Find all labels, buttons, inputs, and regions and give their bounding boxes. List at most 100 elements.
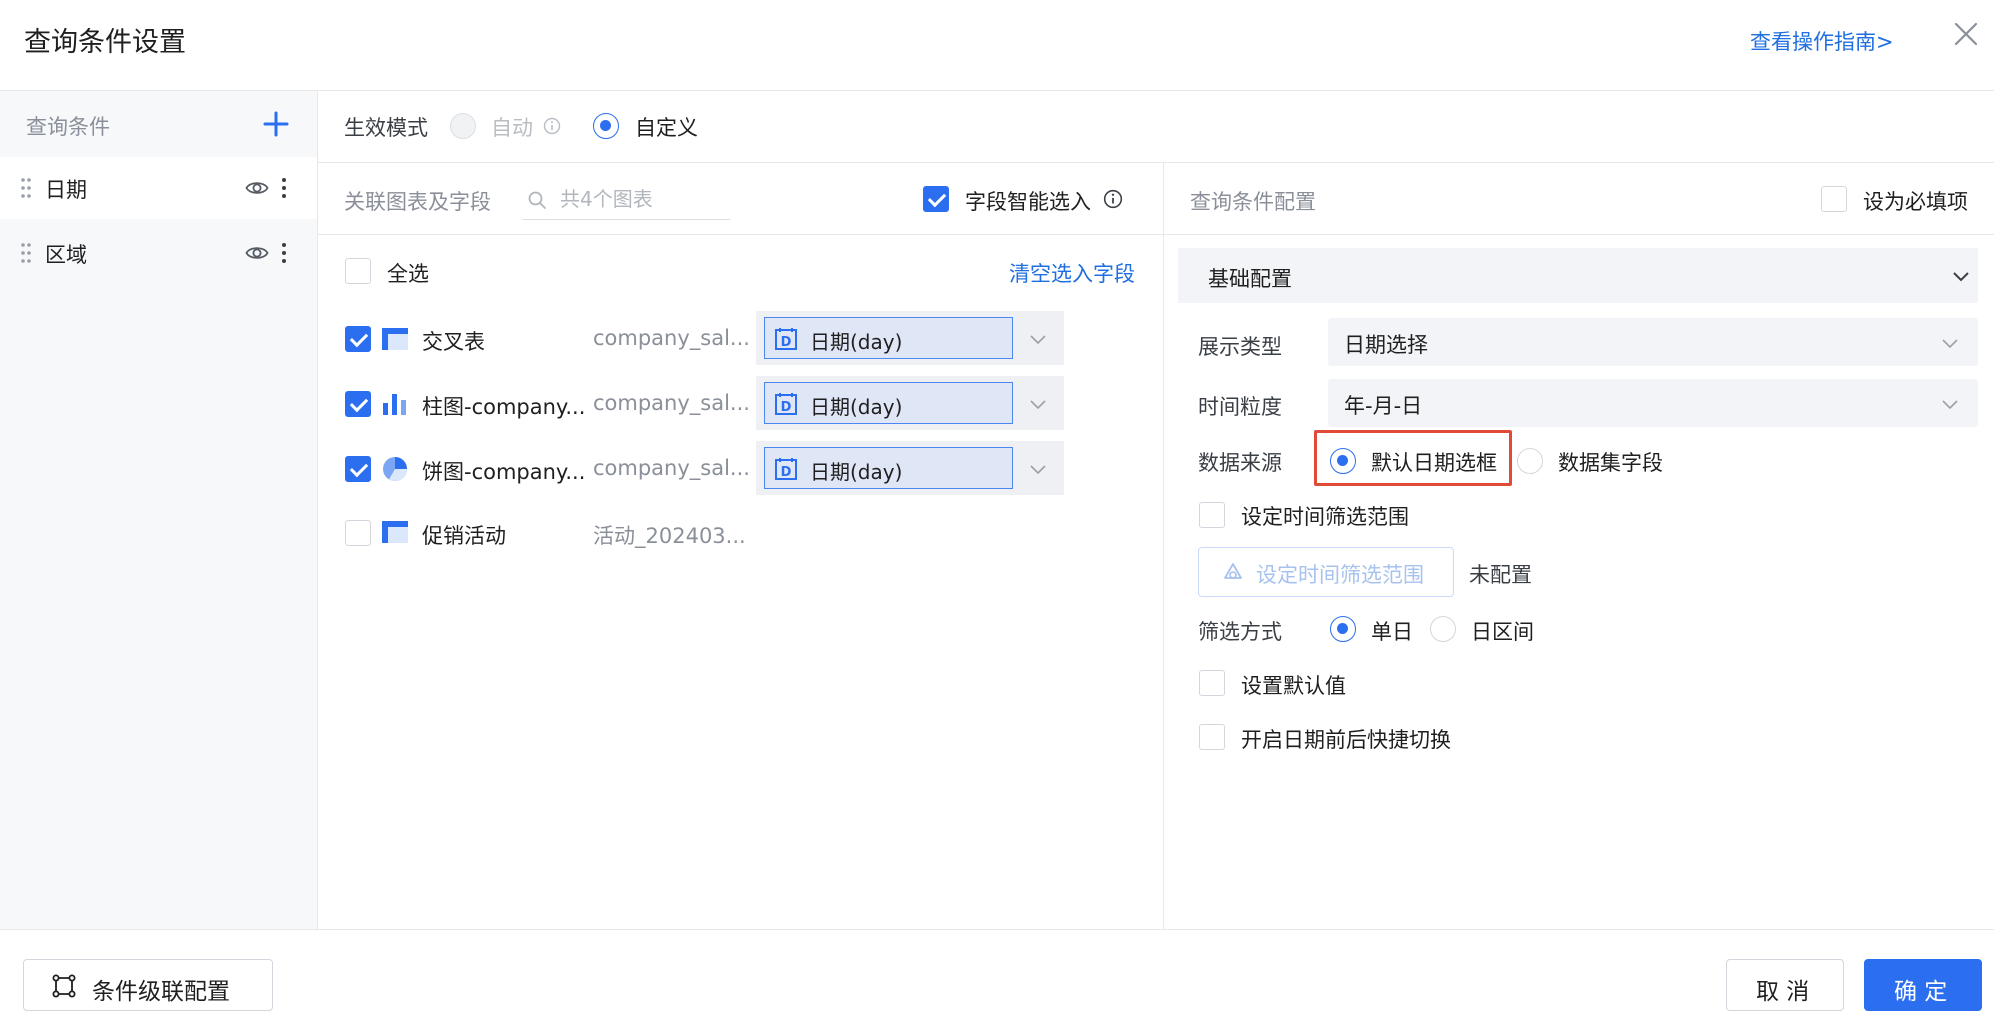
date-field-icon: D xyxy=(775,328,797,350)
chart-search-input[interactable] xyxy=(560,182,728,216)
field-tag[interactable]: D 日期(day) xyxy=(764,382,1013,424)
chart-row-dataset: company_sal... xyxy=(593,326,750,350)
chevron-down-icon xyxy=(1942,400,1958,410)
chevron-down-icon[interactable] xyxy=(1028,394,1048,414)
date-field-icon: D xyxy=(775,393,797,415)
info-icon[interactable] xyxy=(1103,189,1123,209)
chevron-down-icon[interactable] xyxy=(1028,329,1048,349)
mode-auto-label: 自动 xyxy=(491,116,533,140)
svg-text:D: D xyxy=(781,335,792,350)
charts-header-divider xyxy=(318,234,1163,235)
table-icon xyxy=(382,328,408,350)
data-source-dataset-label: 数据集字段 xyxy=(1558,451,1663,475)
chevron-down-icon xyxy=(1942,339,1958,349)
select-all-label: 全选 xyxy=(387,262,429,286)
chart-search xyxy=(522,180,730,220)
chart-row-checkbox[interactable] xyxy=(345,456,371,482)
drag-handle-icon[interactable] xyxy=(20,241,32,265)
sidebar-divider xyxy=(317,91,318,929)
charts-header: 关联图表及字段 xyxy=(344,190,491,214)
display-type-select[interactable]: 日期选择 xyxy=(1328,318,1978,366)
table-icon xyxy=(382,521,408,543)
time-range-status: 未配置 xyxy=(1469,563,1532,587)
clear-fields-link[interactable]: 清空选入字段 xyxy=(1009,258,1135,288)
more-icon[interactable] xyxy=(278,241,290,265)
close-icon[interactable] xyxy=(1950,18,1982,50)
condition-item-date[interactable]: 日期 xyxy=(0,157,317,219)
chart-row-name: 促销活动 xyxy=(422,524,506,548)
svg-text:D: D xyxy=(781,400,792,415)
mode-custom-label: 自定义 xyxy=(635,116,698,140)
display-type-value: 日期选择 xyxy=(1344,333,1428,357)
filter-range-icon xyxy=(1224,563,1242,579)
guide-link[interactable]: 查看操作指南> xyxy=(1750,26,1894,56)
mode-label: 生效模式 xyxy=(344,116,428,140)
chart-row-name: 饼图-company... xyxy=(422,460,586,484)
chart-row-checkbox[interactable] xyxy=(345,391,371,417)
condition-item-region[interactable]: 区域 xyxy=(0,222,317,284)
eye-icon[interactable] xyxy=(245,176,269,200)
chevron-down-icon[interactable] xyxy=(1951,266,1971,286)
field-tag-label: 日期(day) xyxy=(810,395,903,419)
pie-chart-icon xyxy=(383,457,407,482)
chart-row-name: 柱图-company... xyxy=(422,395,586,419)
mode-custom-radio[interactable] xyxy=(593,113,619,139)
basic-config-section[interactable]: 基础配置 xyxy=(1178,248,1978,303)
svg-text:D: D xyxy=(781,465,792,480)
mode-auto-radio[interactable] xyxy=(450,113,476,139)
drag-handle-icon[interactable] xyxy=(20,176,32,200)
more-icon[interactable] xyxy=(278,176,290,200)
chart-row-checkbox[interactable] xyxy=(345,520,371,546)
default-value-label: 设置默认值 xyxy=(1241,674,1346,698)
field-tag[interactable]: D 日期(day) xyxy=(764,447,1013,489)
bar-chart-icon xyxy=(383,394,406,415)
required-checkbox[interactable] xyxy=(1821,186,1847,212)
info-icon xyxy=(543,117,561,135)
filter-mode-range-radio[interactable] xyxy=(1430,616,1456,642)
field-tag-label: 日期(day) xyxy=(810,460,903,484)
smart-select-checkbox[interactable] xyxy=(923,186,949,212)
cascade-config-label: 条件级联配置 xyxy=(92,979,230,1005)
conditions-header: 查询条件 xyxy=(26,115,110,139)
panel-divider xyxy=(1163,163,1164,929)
chart-row-dataset: 活动_202403... xyxy=(593,524,746,548)
cancel-button[interactable]: 取 消 xyxy=(1726,959,1844,1011)
required-label: 设为必填项 xyxy=(1863,190,1968,214)
filter-mode-single-radio[interactable] xyxy=(1330,616,1356,642)
cascade-config-button[interactable]: 条件级联配置 xyxy=(23,959,273,1011)
granularity-select[interactable]: 年-月-日 xyxy=(1328,379,1978,427)
smart-select-label: 字段智能选入 xyxy=(965,190,1091,214)
quick-switch-checkbox[interactable] xyxy=(1199,724,1225,750)
dialog-title: 查询条件设置 xyxy=(24,27,186,58)
filter-mode-range-label: 日区间 xyxy=(1471,620,1534,644)
data-source-dataset-radio[interactable] xyxy=(1517,448,1543,474)
confirm-button[interactable]: 确 定 xyxy=(1864,959,1982,1011)
chart-row-name: 交叉表 xyxy=(422,330,485,354)
select-all-checkbox[interactable] xyxy=(345,258,371,284)
eye-icon[interactable] xyxy=(245,241,269,265)
data-source-default-radio[interactable] xyxy=(1330,448,1356,474)
condition-label: 日期 xyxy=(45,178,87,202)
granularity-value: 年-月-日 xyxy=(1344,394,1423,418)
config-header: 查询条件配置 xyxy=(1190,190,1316,214)
condition-label: 区域 xyxy=(45,243,87,267)
set-time-range-button[interactable]: 设定时间筛选范围 xyxy=(1198,547,1454,597)
granularity-label: 时间粒度 xyxy=(1198,395,1282,419)
footer-divider xyxy=(0,929,1994,930)
chart-row-checkbox[interactable] xyxy=(345,326,371,352)
data-source-label: 数据来源 xyxy=(1198,451,1282,475)
field-tag[interactable]: D 日期(day) xyxy=(764,317,1013,359)
add-condition-icon[interactable] xyxy=(262,110,290,138)
chevron-down-icon[interactable] xyxy=(1028,459,1048,479)
confirm-label: 确 定 xyxy=(1894,979,1948,1005)
data-source-default-label: 默认日期选框 xyxy=(1371,451,1497,475)
search-icon xyxy=(528,191,546,209)
config-header-divider xyxy=(1164,234,1994,235)
date-field-icon: D xyxy=(775,458,797,480)
cancel-label: 取 消 xyxy=(1756,979,1810,1005)
default-value-checkbox[interactable] xyxy=(1199,670,1225,696)
field-tag-label: 日期(day) xyxy=(810,330,903,354)
time-range-checkbox[interactable] xyxy=(1199,502,1225,528)
chart-row-dataset: company_sal... xyxy=(593,391,750,415)
chart-row-dataset: company_sal... xyxy=(593,456,750,480)
